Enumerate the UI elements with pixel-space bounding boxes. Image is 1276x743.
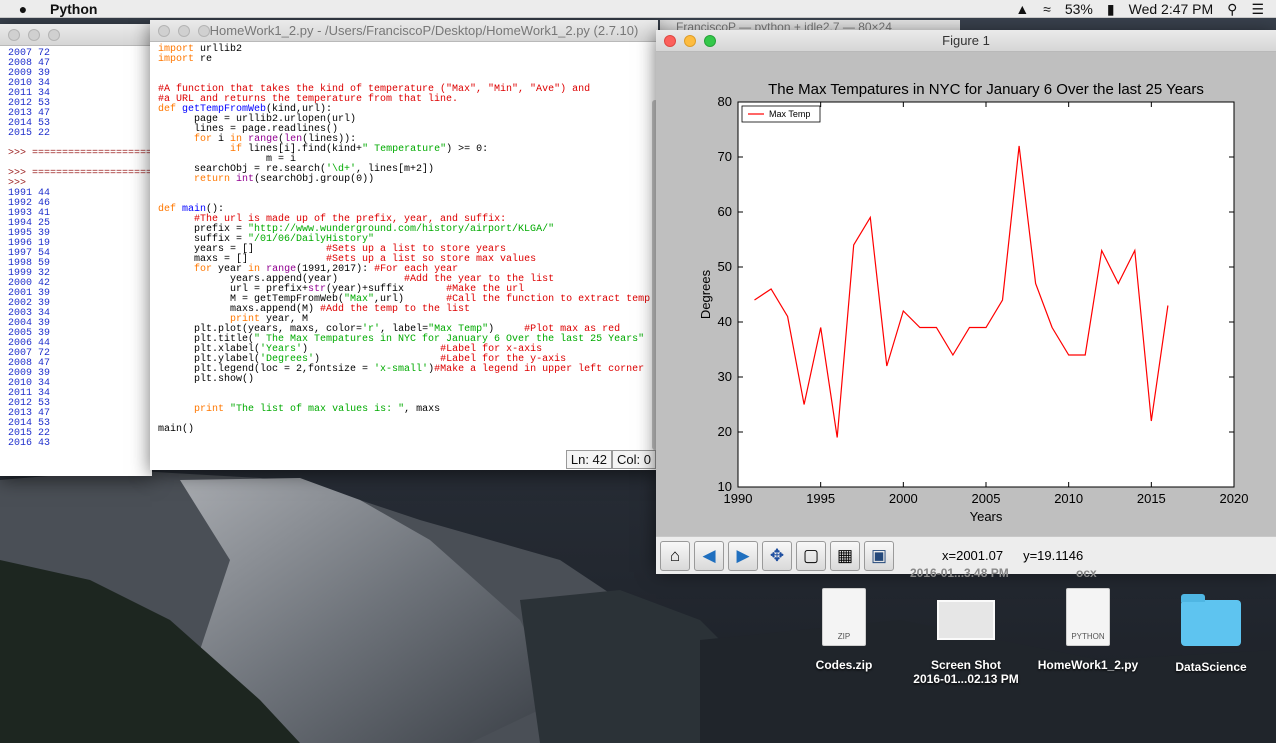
x-tick-label: 1995 [806,491,835,506]
plot-area[interactable] [737,101,1235,488]
window-controls [158,25,210,37]
legend: Max Temp [741,105,821,123]
desktop-icon-label: Screen Shot [930,658,1002,672]
y-tick-label: 20 [718,424,732,439]
menu-bar: ● Python ▲ ≈ 53% ▮ Wed 2:47 PM ⚲ ☰ [0,0,1276,18]
y-tick-label: 40 [718,314,732,329]
minimize-button[interactable] [28,29,40,41]
apple-icon[interactable]: ● [14,1,32,17]
y-tick-label: 70 [718,149,732,164]
shell-output-line: 2015 22 [8,128,51,139]
idle-editor-window[interactable]: HomeWork1_2.py - /Users/FranciscoP/Deskt… [150,20,658,470]
cursor-coordinates: x=2001.07 y=19.1146 [942,548,1083,563]
zoom-button[interactable] [704,35,716,47]
home-icon[interactable]: ⌂ [660,540,690,571]
zoom-button[interactable] [48,29,60,41]
desktop-icon-label: Codes.zip [815,658,873,672]
matplotlib-figure-window[interactable]: Figure 1 1990 1995 2000 2005 2010 2015 2020 10 2… [656,30,1276,574]
zoom-button[interactable] [198,25,210,37]
spotlight-search-icon[interactable]: ⚲ [1227,0,1237,18]
pan-icon[interactable]: ✥ [762,540,792,571]
x-tick-label: 2015 [1137,491,1166,506]
y-tick-label: 80 [718,94,732,109]
line-chart[interactable]: 1990 1995 2000 2005 2010 2015 2020102030405060… [656,52,1276,536]
shell-titlebar[interactable] [0,24,152,46]
desktop-icon-sublabel: 2016-01...02.13 PM [913,672,1019,686]
x-tick-label: 2010 [1054,491,1083,506]
code-editor[interactable]: import urllib2 import re #A function tha… [150,42,658,435]
editor-title: HomeWork1_2.py - /Users/FranciscoP/Deskt… [209,23,639,38]
folder-icon [1181,594,1241,646]
shell-output[interactable]: 2007 72 2008 47 2009 39 2010 34 2011 34 2012 … [0,46,152,449]
zip-file-icon: ZIP [822,588,866,646]
editor-status-bar: Ln: 42 Col: 0 [565,450,656,469]
drive-icon[interactable]: ▲ [1015,0,1029,18]
desktop-icon-codes-zip[interactable]: ZIP Codes.zip [804,588,884,672]
app-menu-python[interactable]: Python [50,1,97,17]
cursor-y: y=19.1146 [1023,548,1084,563]
chart-title: The Max Tempatures in NYC for January 6 … [768,81,1204,98]
notification-center-icon[interactable]: ☰ [1251,0,1264,18]
back-icon[interactable]: ◀ [694,540,724,571]
desktop-ghost-label: 2016-01...3.48 PM [910,566,1009,580]
desktop-icon-datascience[interactable]: DataScience [1164,594,1258,674]
desktop-icon-label: DataScience [1175,660,1247,674]
close-button[interactable] [664,35,676,47]
figure-titlebar[interactable]: Figure 1 [656,30,1276,52]
minimize-button[interactable] [178,25,190,37]
editor-titlebar[interactable]: HomeWork1_2.py - /Users/FranciscoP/Deskt… [150,20,658,42]
desktop-ghost-label: ocx [1076,566,1097,580]
x-axis-label: Years [970,509,1003,524]
wifi-icon[interactable]: ≈ [1043,0,1051,18]
forward-icon[interactable]: ▶ [728,540,758,571]
zoom-icon[interactable]: ▢ [796,540,826,571]
x-tick-label: 2005 [972,491,1001,506]
x-tick-label: 2020 [1220,491,1249,506]
y-tick-label: 30 [718,369,732,384]
close-button[interactable] [158,25,170,37]
minimize-button[interactable] [684,35,696,47]
column-indicator: Col: 0 [612,450,656,469]
figure-title: Figure 1 [942,33,990,48]
y-tick-label: 60 [718,204,732,219]
clock[interactable]: Wed 2:47 PM [1129,0,1214,18]
y-tick-label: 10 [718,479,732,494]
desktop-icon-screen-shot[interactable]: Screen Shot 2016-01...02.13 PM [900,600,1032,686]
window-controls [8,29,60,41]
python-shell-window[interactable]: 2007 72 2008 47 2009 39 2010 34 2011 34 2012 … [0,24,152,476]
shell-prompt: >>> ==================== [8,148,153,159]
save-icon[interactable]: ▣ [864,540,894,571]
shell-output-line: 2016 43 [8,438,51,449]
battery-percent[interactable]: 53% [1065,0,1093,18]
close-button[interactable] [8,29,20,41]
desktop-icon-label: HomeWork1_2.py [1037,658,1139,672]
cursor-x: x=2001.07 [942,548,1004,563]
y-tick-label: 50 [718,259,732,274]
legend-label: Max Temp [769,109,810,119]
line-indicator: Ln: 42 [565,450,613,469]
window-controls [664,35,716,47]
python-file-icon: PYTHON [1066,588,1110,646]
shell-prompt: >>> ==================== [8,168,153,179]
battery-icon[interactable]: ▮ [1107,0,1115,18]
subplots-icon[interactable]: ▦ [830,540,860,571]
desktop-icon-homework-py[interactable]: PYTHON HomeWork1_2.py [1032,588,1144,672]
screenshot-file-icon [937,600,995,640]
x-tick-label: 2000 [889,491,918,506]
y-axis-label: Degrees [698,269,713,319]
